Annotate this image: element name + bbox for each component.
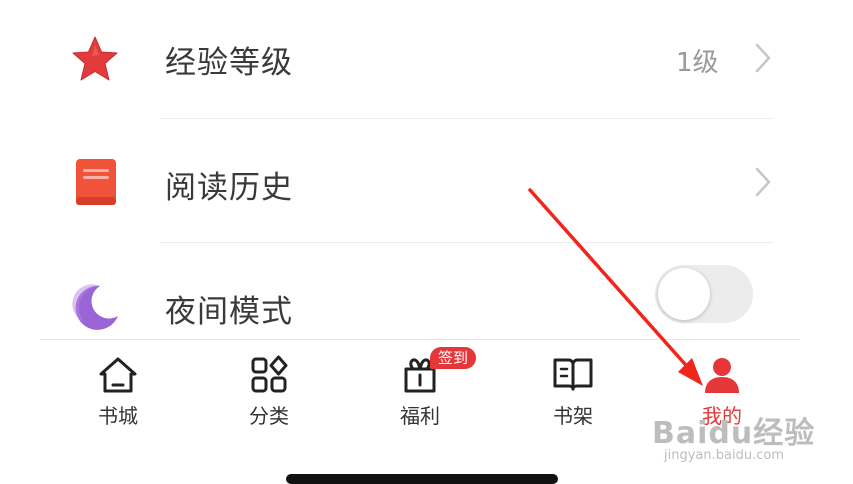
star-icon xyxy=(70,35,120,85)
check-in-badge: 签到 xyxy=(430,347,477,369)
settings-item-label: 阅读历史 xyxy=(165,170,293,206)
watermark: Baidu经验 jingyan.baidu.com xyxy=(652,408,815,463)
category-icon xyxy=(251,355,288,393)
toggle-knob xyxy=(658,268,710,320)
chevron-right-icon xyxy=(750,41,776,75)
moon-icon xyxy=(72,282,122,332)
tab-label: 书架 xyxy=(553,404,593,428)
book-icon xyxy=(74,157,124,207)
settings-item-experience-level[interactable]: 经验等级 1级 xyxy=(0,0,853,124)
tab-label: 分类 xyxy=(249,404,289,428)
tab-label: 书城 xyxy=(98,404,138,428)
home-icon xyxy=(99,357,137,393)
divider xyxy=(160,242,773,243)
level-value: 1级 xyxy=(676,48,719,78)
tab-bookshelf[interactable]: 书架 xyxy=(513,340,633,430)
home-indicator xyxy=(286,474,558,484)
tab-category[interactable]: 分类 xyxy=(209,340,329,430)
settings-item-label: 夜间模式 xyxy=(165,294,293,330)
divider xyxy=(160,118,773,119)
watermark-logo: Baidu经验 xyxy=(652,416,816,451)
tab-bookstore[interactable]: 书城 xyxy=(58,340,178,430)
bookshelf-icon xyxy=(553,358,593,391)
chevron-right-icon xyxy=(750,165,776,199)
settings-item-label: 经验等级 xyxy=(165,45,293,81)
night-mode-toggle[interactable] xyxy=(655,265,753,323)
tab-label: 福利 xyxy=(400,404,440,428)
user-icon xyxy=(705,358,739,393)
settings-item-reading-history[interactable]: 阅读历史 xyxy=(0,120,853,244)
